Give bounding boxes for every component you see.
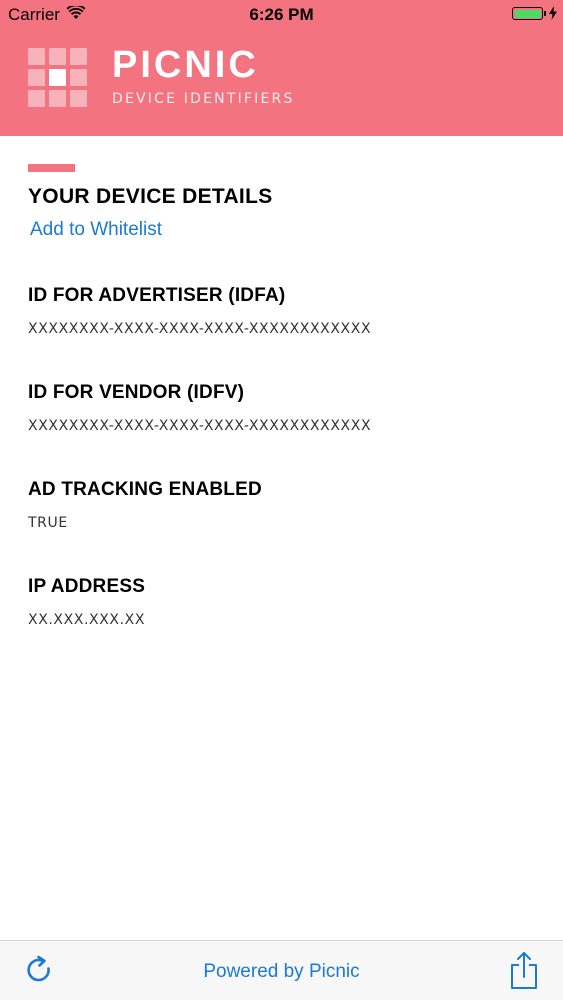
field-ip-address: IP ADDRESS XX.XXX.XXX.XX (28, 576, 145, 628)
powered-by-link[interactable]: Powered by Picnic (0, 961, 563, 983)
battery-icon (512, 7, 543, 20)
charging-bolt-icon (549, 6, 557, 20)
status-bar: Carrier 6:26 PM (0, 0, 563, 30)
field-label: IP ADDRESS (28, 576, 146, 597)
add-to-whitelist-link[interactable]: Add to Whitelist (30, 219, 162, 241)
logo-cell (70, 90, 87, 107)
field-label: ID FOR ADVERTISER (IDFA) (28, 285, 286, 306)
field-label: AD TRACKING ENABLED (28, 479, 262, 500)
logo-cell (28, 48, 45, 65)
field-idfa: ID FOR ADVERTISER (IDFA) XXXXXXXX-XXXX-X… (28, 285, 371, 337)
app-header: PICNIC DEVICE IDENTIFIERS (0, 30, 563, 136)
app-subtitle: DEVICE IDENTIFIERS (112, 91, 295, 107)
status-time: 6:26 PM (249, 5, 314, 24)
section-title: YOUR DEVICE DETAILS (28, 185, 273, 208)
field-idfv: ID FOR VENDOR (IDFV) XXXXXXXX-XXXX-XXXX-… (28, 382, 371, 434)
battery-nub (544, 11, 546, 16)
bottom-toolbar: Powered by Picnic (0, 940, 563, 1000)
logo-cell (28, 69, 45, 86)
field-value: TRUE (28, 515, 68, 531)
logo-cell (70, 69, 87, 86)
share-icon[interactable] (509, 951, 539, 991)
logo-cell (28, 90, 45, 107)
logo-cell (49, 69, 66, 86)
field-value: XX.XXX.XXX.XX (28, 612, 146, 628)
grid-logo-icon (28, 48, 87, 108)
logo-cell (49, 48, 66, 65)
logo-cell (70, 48, 87, 65)
battery-level (514, 9, 541, 18)
field-value: XXXXXXXX-XXXX-XXXX-XXXX-XXXXXXXXXXXX (28, 321, 372, 337)
field-ad-tracking: AD TRACKING ENABLED TRUE (28, 479, 262, 531)
section-accent-bar (28, 164, 75, 172)
app-title: PICNIC (112, 44, 259, 86)
field-value: XXXXXXXX-XXXX-XXXX-XXXX-XXXXXXXXXXXX (28, 418, 372, 434)
logo-cell (49, 90, 66, 107)
field-label: ID FOR VENDOR (IDFV) (28, 382, 245, 403)
